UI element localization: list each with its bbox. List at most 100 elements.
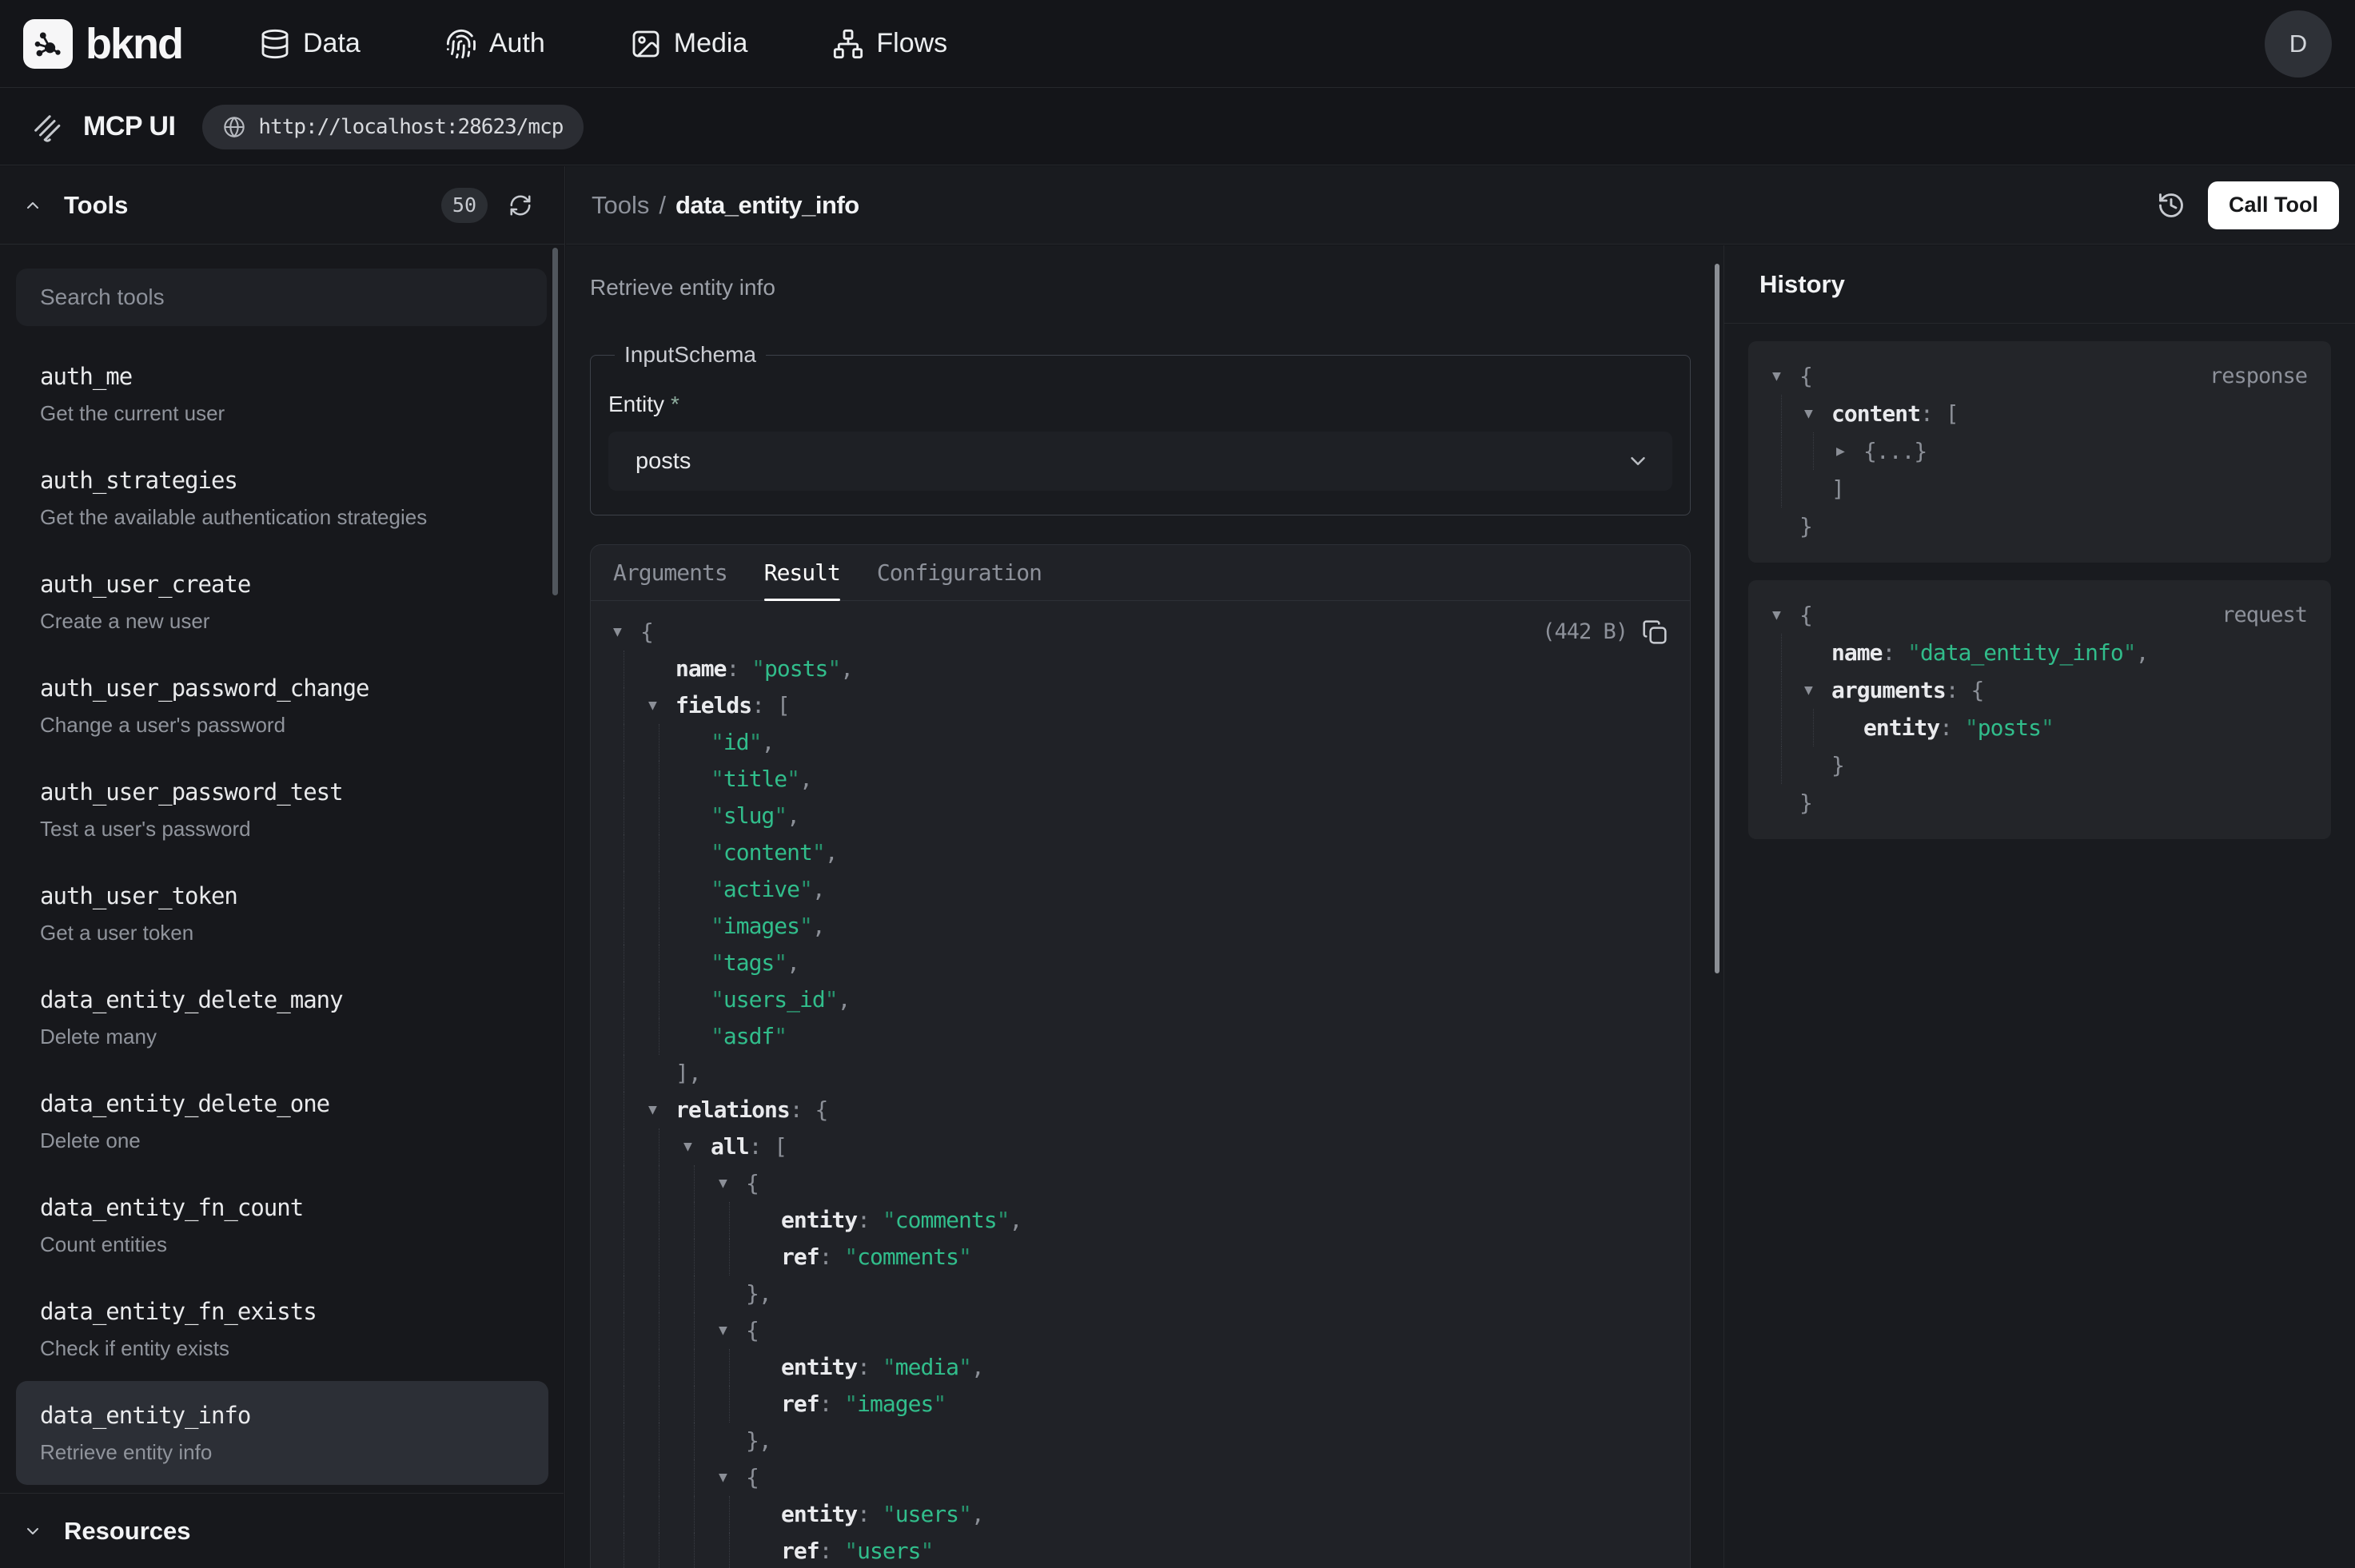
json-line: "users_id", bbox=[613, 981, 1668, 1018]
json-string-value: comments bbox=[895, 1202, 997, 1239]
indent-guide bbox=[648, 1533, 683, 1568]
tool-list-item[interactable]: data_entity_delete_many Delete many bbox=[16, 965, 548, 1069]
collapse-marker[interactable]: ▼ bbox=[683, 1128, 711, 1165]
indent-guide bbox=[613, 1165, 648, 1202]
collapse-marker bbox=[683, 908, 711, 945]
breadcrumb-root[interactable]: Tools bbox=[592, 191, 649, 220]
indent-guide bbox=[719, 1202, 754, 1239]
sidebar-scrollbar[interactable] bbox=[552, 248, 558, 595]
json-quote: " bbox=[711, 761, 723, 798]
collapse-marker[interactable]: ▼ bbox=[1804, 671, 1831, 709]
history-request-card[interactable]: request ▼{name: "data_entity_info",▼argu… bbox=[1748, 580, 2331, 839]
tool-list-item[interactable]: auth_strategies Get the available authen… bbox=[16, 446, 548, 550]
json-line: ▶{...} bbox=[1772, 432, 2307, 470]
json-quote: " bbox=[799, 908, 812, 945]
refresh-tools-button[interactable] bbox=[508, 193, 532, 217]
collapse-marker[interactable]: ▼ bbox=[1804, 395, 1831, 432]
json-line: entity: "media", bbox=[613, 1349, 1668, 1386]
indent-guide bbox=[648, 1312, 683, 1349]
collapse-marker[interactable]: ▼ bbox=[613, 614, 640, 651]
top-navigation: bknd Data Auth bbox=[0, 0, 2355, 88]
nav-item-flows[interactable]: Flows bbox=[832, 28, 947, 60]
indent-guide bbox=[648, 1128, 683, 1165]
call-tool-button[interactable]: Call Tool bbox=[2208, 181, 2339, 229]
user-avatar[interactable]: D bbox=[2265, 10, 2332, 78]
json-punct: }, bbox=[746, 1423, 771, 1459]
json-colon: : bbox=[857, 1202, 883, 1239]
tool-list-item[interactable]: auth_user_password_change Change a user'… bbox=[16, 654, 548, 758]
tool-list-item[interactable]: data_entity_info Retrieve entity info bbox=[16, 1381, 548, 1485]
copy-json-button[interactable] bbox=[1642, 619, 1668, 645]
collapse-marker[interactable]: ▶ bbox=[1836, 432, 1863, 470]
tool-list-item[interactable]: auth_me Get the current user bbox=[16, 342, 548, 446]
indent-guide bbox=[1772, 709, 1804, 746]
nav-item-data[interactable]: Data bbox=[259, 28, 361, 60]
toggle-history-button[interactable] bbox=[2150, 185, 2192, 226]
collapse-marker bbox=[1804, 746, 1831, 784]
resources-section-header[interactable]: Resources bbox=[0, 1493, 564, 1568]
collapse-marker[interactable]: ▼ bbox=[648, 687, 675, 724]
json-quote: " bbox=[751, 651, 764, 687]
tools-section-header[interactable]: Tools 50 bbox=[0, 166, 564, 245]
indent-guide bbox=[613, 1092, 648, 1128]
tool-name: auth_me bbox=[40, 361, 524, 392]
tool-list-item[interactable]: auth_user_password_test Test a user's pa… bbox=[16, 758, 548, 862]
fingerprint-icon bbox=[445, 28, 477, 60]
tool-detail-panel: Retrieve entity info InputSchema Entity*… bbox=[566, 245, 1723, 1568]
json-line: ▼content: [ bbox=[1772, 395, 2307, 432]
collapse-marker[interactable]: ▼ bbox=[1772, 596, 1799, 634]
main-scrollbar[interactable] bbox=[1715, 264, 1719, 973]
entity-select[interactable]: posts bbox=[608, 432, 1672, 491]
tool-list-item[interactable]: auth_user_token Get a user token bbox=[16, 862, 548, 965]
json-quote: " bbox=[958, 1496, 971, 1533]
primary-nav: Data Auth Media bbox=[259, 28, 947, 60]
indent-guide bbox=[648, 945, 683, 981]
json-quote: " bbox=[883, 1202, 895, 1239]
tool-list-item[interactable]: data_entity_delete_one Delete one bbox=[16, 1069, 548, 1173]
json-punct: , bbox=[799, 761, 812, 798]
nav-item-media[interactable]: Media bbox=[630, 28, 748, 60]
json-punct: { bbox=[815, 1092, 827, 1128]
indent-guide bbox=[613, 687, 648, 724]
json-colon: : bbox=[726, 651, 751, 687]
collapse-marker[interactable]: ▼ bbox=[648, 1092, 675, 1128]
breadcrumb-separator: / bbox=[659, 191, 666, 220]
input-schema-fieldset: InputSchema Entity* posts bbox=[590, 342, 1691, 515]
indent-guide bbox=[648, 1459, 683, 1496]
tool-name: data_entity_info bbox=[40, 1400, 524, 1431]
collapse-marker[interactable]: ▼ bbox=[1772, 357, 1799, 395]
json-line: ▼relations: { bbox=[613, 1092, 1668, 1128]
mcp-toolbar: MCP UI http://localhost:28623/mcp bbox=[0, 89, 2355, 165]
server-url-pill[interactable]: http://localhost:28623/mcp bbox=[202, 105, 584, 149]
json-punct: , bbox=[787, 798, 799, 834]
tool-list-item[interactable]: data_entity_fn_exists Check if entity ex… bbox=[16, 1277, 548, 1381]
copy-icon bbox=[1642, 619, 1668, 645]
nav-item-auth[interactable]: Auth bbox=[445, 28, 545, 60]
json-key: arguments bbox=[1831, 671, 1946, 709]
collapse-marker bbox=[1836, 709, 1863, 746]
json-line: "images", bbox=[613, 908, 1668, 945]
brand-logo[interactable]: bknd bbox=[23, 19, 182, 69]
collapse-marker bbox=[1804, 634, 1831, 671]
json-quote: " bbox=[883, 1349, 895, 1386]
indent-guide bbox=[683, 1423, 719, 1459]
tab-result[interactable]: Result bbox=[764, 545, 840, 600]
tool-name: data_entity_fn_count bbox=[40, 1192, 524, 1223]
tool-list-item[interactable]: data_entity_fn_count Count entities bbox=[16, 1173, 548, 1277]
collapse-marker bbox=[1772, 784, 1799, 822]
collapse-marker[interactable]: ▼ bbox=[719, 1459, 746, 1496]
resources-header-label: Resources bbox=[64, 1517, 191, 1546]
collapse-marker bbox=[719, 1275, 746, 1312]
tool-list-item[interactable]: auth_user_create Create a new user bbox=[16, 550, 548, 654]
search-input[interactable] bbox=[16, 269, 547, 326]
indent-guide bbox=[1772, 746, 1804, 784]
indent-guide bbox=[613, 1275, 648, 1312]
tool-name: auth_user_password_test bbox=[40, 777, 524, 807]
collapse-marker[interactable]: ▼ bbox=[719, 1312, 746, 1349]
tab-configuration[interactable]: Configuration bbox=[877, 545, 1042, 600]
json-key: relations bbox=[675, 1092, 790, 1128]
history-response-card[interactable]: response ▼{▼content: [▶{...}]} bbox=[1748, 341, 2331, 563]
collapse-marker[interactable]: ▼ bbox=[719, 1165, 746, 1202]
tab-arguments[interactable]: Arguments bbox=[613, 545, 727, 600]
history-title: History bbox=[1759, 270, 1845, 299]
